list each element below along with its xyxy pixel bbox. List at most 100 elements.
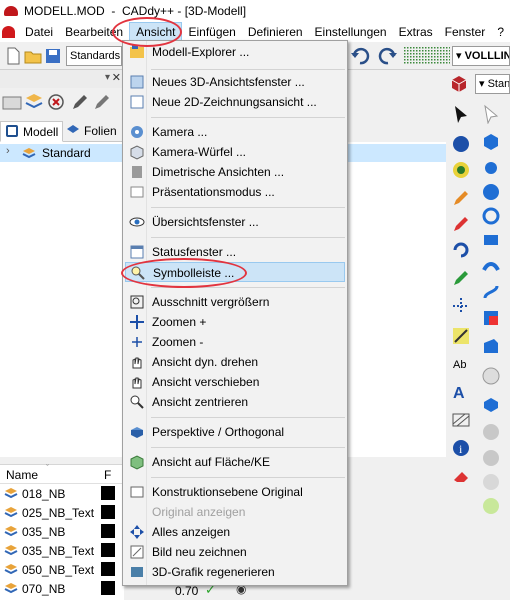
menu-item-perspektive-orthogonal[interactable]: Perspektive / Orthogonal [125,422,345,442]
list-item[interactable]: 035_NB_Text [0,541,124,560]
delete-tool-icon[interactable] [46,92,66,112]
dimension-icon[interactable] [451,326,471,346]
menu-bearbeiten[interactable]: Bearbeiten [59,22,129,42]
col-name[interactable]: Name [6,468,38,482]
menu-item-3d-grafik-regenerieren[interactable]: 3D-Grafik regenerieren [125,562,345,582]
spiral-icon[interactable] [481,282,501,302]
menu-item-ansicht-auf-flaeche[interactable]: Ansicht auf Fläche/KE [125,452,345,472]
col-f[interactable]: F [104,468,111,482]
menu-separator [151,447,345,448]
fillet-icon[interactable] [481,336,501,356]
menu-item-zoomen-minus[interactable]: Zoomen - [125,332,345,352]
rotate-icon[interactable] [451,240,471,260]
list-item[interactable]: 025_NB_Text [0,503,124,522]
text-a-icon[interactable]: A [451,382,471,402]
menu-item-neue-2d-ansicht[interactable]: Neue 2D-Zeichnungsansicht ... [125,92,345,112]
box-solid-icon[interactable] [481,132,501,152]
menu-item-label: Statusfenster ... [152,245,237,259]
menu-item-ausschnitt-vergroessern[interactable]: Ausschnitt vergrößern [125,292,345,312]
edit-icon[interactable] [92,92,112,112]
menu-item-dimetrische-ansichten[interactable]: Dimetrische Ansichten ... [125,162,345,182]
solid-cube-icon[interactable] [449,74,469,94]
green-sphere-icon[interactable] [481,496,501,516]
sweep-icon[interactable] [481,256,501,276]
chamfer-icon[interactable] [481,366,501,386]
menu-datei[interactable]: Datei [19,22,59,42]
style-combo[interactable]: ▾ Stan [475,74,510,94]
green-pencil-icon[interactable] [451,268,471,288]
menu-item-bild-neu-zeichnen[interactable]: Bild neu zeichnen [125,542,345,562]
menu-fenster[interactable]: Fenster [439,22,492,42]
menu-item-praesentationsmodus[interactable]: Präsentationsmodus ... [125,182,345,202]
pencil-icon[interactable] [70,92,90,112]
layers-tool-icon[interactable] [24,92,44,112]
new-file-icon[interactable] [4,47,22,65]
layer-color-swatch[interactable] [101,581,115,595]
layer-color-swatch[interactable] [101,543,115,557]
boolean-icon[interactable] [481,308,501,328]
grid-pattern-icon[interactable] [404,47,450,65]
menu-item-neues-3d-fenster[interactable]: Neues 3D-Ansichtsfenster ... [125,72,345,92]
menu-item-konstruktionsebene-original[interactable]: Konstruktionsebene Original [125,482,345,502]
list-item[interactable]: 035_NB [0,522,124,541]
cylinder-icon[interactable] [481,158,501,178]
menu-item-uebersichtsfenster[interactable]: Übersichtsfenster ... [125,212,345,232]
panel-header: ▾ ✕ [0,70,124,88]
snap-circle-icon[interactable] [451,160,471,180]
layer-color-swatch[interactable] [101,486,115,500]
menu-extras[interactable]: Extras [393,22,439,42]
undo-icon[interactable] [350,47,372,65]
menu-item-kamera-wuerfel[interactable]: Kamera-Würfel ... [125,142,345,162]
brush-icon[interactable] [451,214,471,234]
menu-einstellungen[interactable]: Einstellungen [309,22,393,42]
info-icon[interactable]: i [451,438,471,458]
show-all-icon [130,525,144,539]
pointer-outline-icon[interactable] [481,104,501,124]
extrude-icon[interactable] [481,230,501,250]
menu-item-kamera[interactable]: Kamera ... [125,122,345,142]
shell-icon[interactable] [481,394,501,414]
menu-ansicht[interactable]: Ansicht [129,22,183,42]
text-ab-icon[interactable]: Ab [451,354,471,374]
hatch-icon[interactable] [451,410,471,430]
layer-color-swatch[interactable] [101,505,115,519]
menu-item-zoomen-plus[interactable]: Zoomen + [125,312,345,332]
layer-color-swatch[interactable] [101,562,115,576]
save-icon[interactable] [44,47,62,65]
standards-combo[interactable]: Standards [66,46,122,66]
menu-item-alles-anzeigen[interactable]: Alles anzeigen [125,522,345,542]
linetype-combo[interactable]: ▾ VOLLLIN [452,46,510,66]
expand-arrow-icon[interactable]: › [6,145,10,157]
menu-einfuegen[interactable]: Einfügen [182,22,241,42]
list-item[interactable]: 050_NB_Text [0,560,124,579]
select-arrow-icon[interactable] [451,104,471,124]
menu-item-ansicht-verschieben[interactable]: Ansicht verschieben [125,372,345,392]
menu-definieren[interactable]: Definieren [242,22,309,42]
layer-color-swatch[interactable] [101,524,115,538]
menu-help[interactable]: ? [491,22,510,42]
close-panel-icon[interactable]: ✕ [112,71,121,84]
sphere-solid-icon[interactable] [481,182,501,202]
menu-item-modell-explorer[interactable]: Modell-Explorer ... [125,42,345,62]
tab-folien[interactable]: Folien [62,121,121,142]
list-item[interactable]: 070_NB [0,579,124,598]
tab-modell[interactable]: Modell [0,121,64,142]
pin-icon[interactable]: ▾ [105,72,110,83]
menu-item-ansicht-zentrieren[interactable]: Ansicht zentrieren [125,392,345,412]
menu-item-ansicht-dyn-drehen[interactable]: Ansicht dyn. drehen [125,352,345,372]
menu-item-statusfenster[interactable]: Statusfenster ... [125,242,345,262]
open-folder-icon[interactable] [24,47,42,65]
grey-sphere-3-icon[interactable] [481,472,501,492]
torus-icon[interactable] [481,206,501,226]
folder-tool-icon[interactable] [2,92,22,112]
grey-sphere-2-icon[interactable] [481,448,501,468]
menu-item-label: Alles anzeigen [152,525,231,539]
sphere-icon[interactable] [451,134,471,154]
redo-icon[interactable] [376,47,398,65]
eraser-icon[interactable] [451,466,471,486]
grey-sphere-icon[interactable] [481,422,501,442]
menu-item-symbolleiste[interactable]: Symbolleiste ... [125,262,345,282]
list-item[interactable]: 018_NB [0,484,124,503]
draw-pencil-icon[interactable] [451,188,471,208]
dotted-cross-icon[interactable] [451,296,471,316]
